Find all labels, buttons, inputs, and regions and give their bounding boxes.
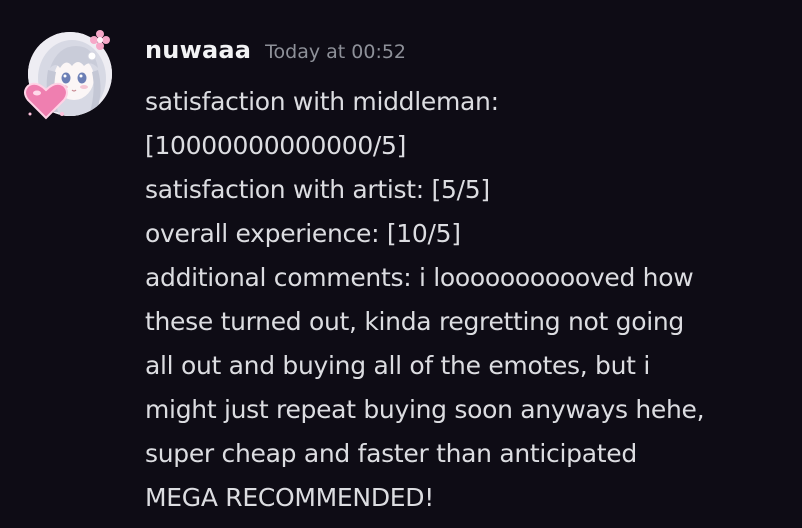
timestamp[interactable]: Today at 00:52 <box>265 41 406 63</box>
message-line: these turned out, kinda regretting not g… <box>145 307 684 336</box>
message-header: nuwaaa Today at 00:52 <box>145 36 406 72</box>
message-line: satisfaction with artist: [5/5] <box>145 175 490 204</box>
heart-icon <box>24 82 68 120</box>
flower-icon <box>90 30 110 50</box>
avatar[interactable] <box>24 30 112 120</box>
message-line: overall experience: [10/5] <box>145 219 461 248</box>
message-content: satisfaction with middleman: [1000000000… <box>145 80 785 520</box>
username[interactable]: nuwaaa <box>145 36 251 64</box>
message-line: MEGA RECOMMENDED! <box>145 483 434 512</box>
message-line: all out and buying all of the emotes, bu… <box>145 351 650 380</box>
message-line: [10000000000000/5] <box>145 131 407 160</box>
chat-message: nuwaaa Today at 00:52 satisfaction with … <box>0 0 802 528</box>
message-line: additional comments: i looooooooooved ho… <box>145 263 694 292</box>
message-line: satisfaction with middleman: <box>145 87 499 116</box>
message-line: super cheap and faster than anticipated <box>145 439 637 468</box>
message-line: might just repeat buying soon anyways he… <box>145 395 705 424</box>
